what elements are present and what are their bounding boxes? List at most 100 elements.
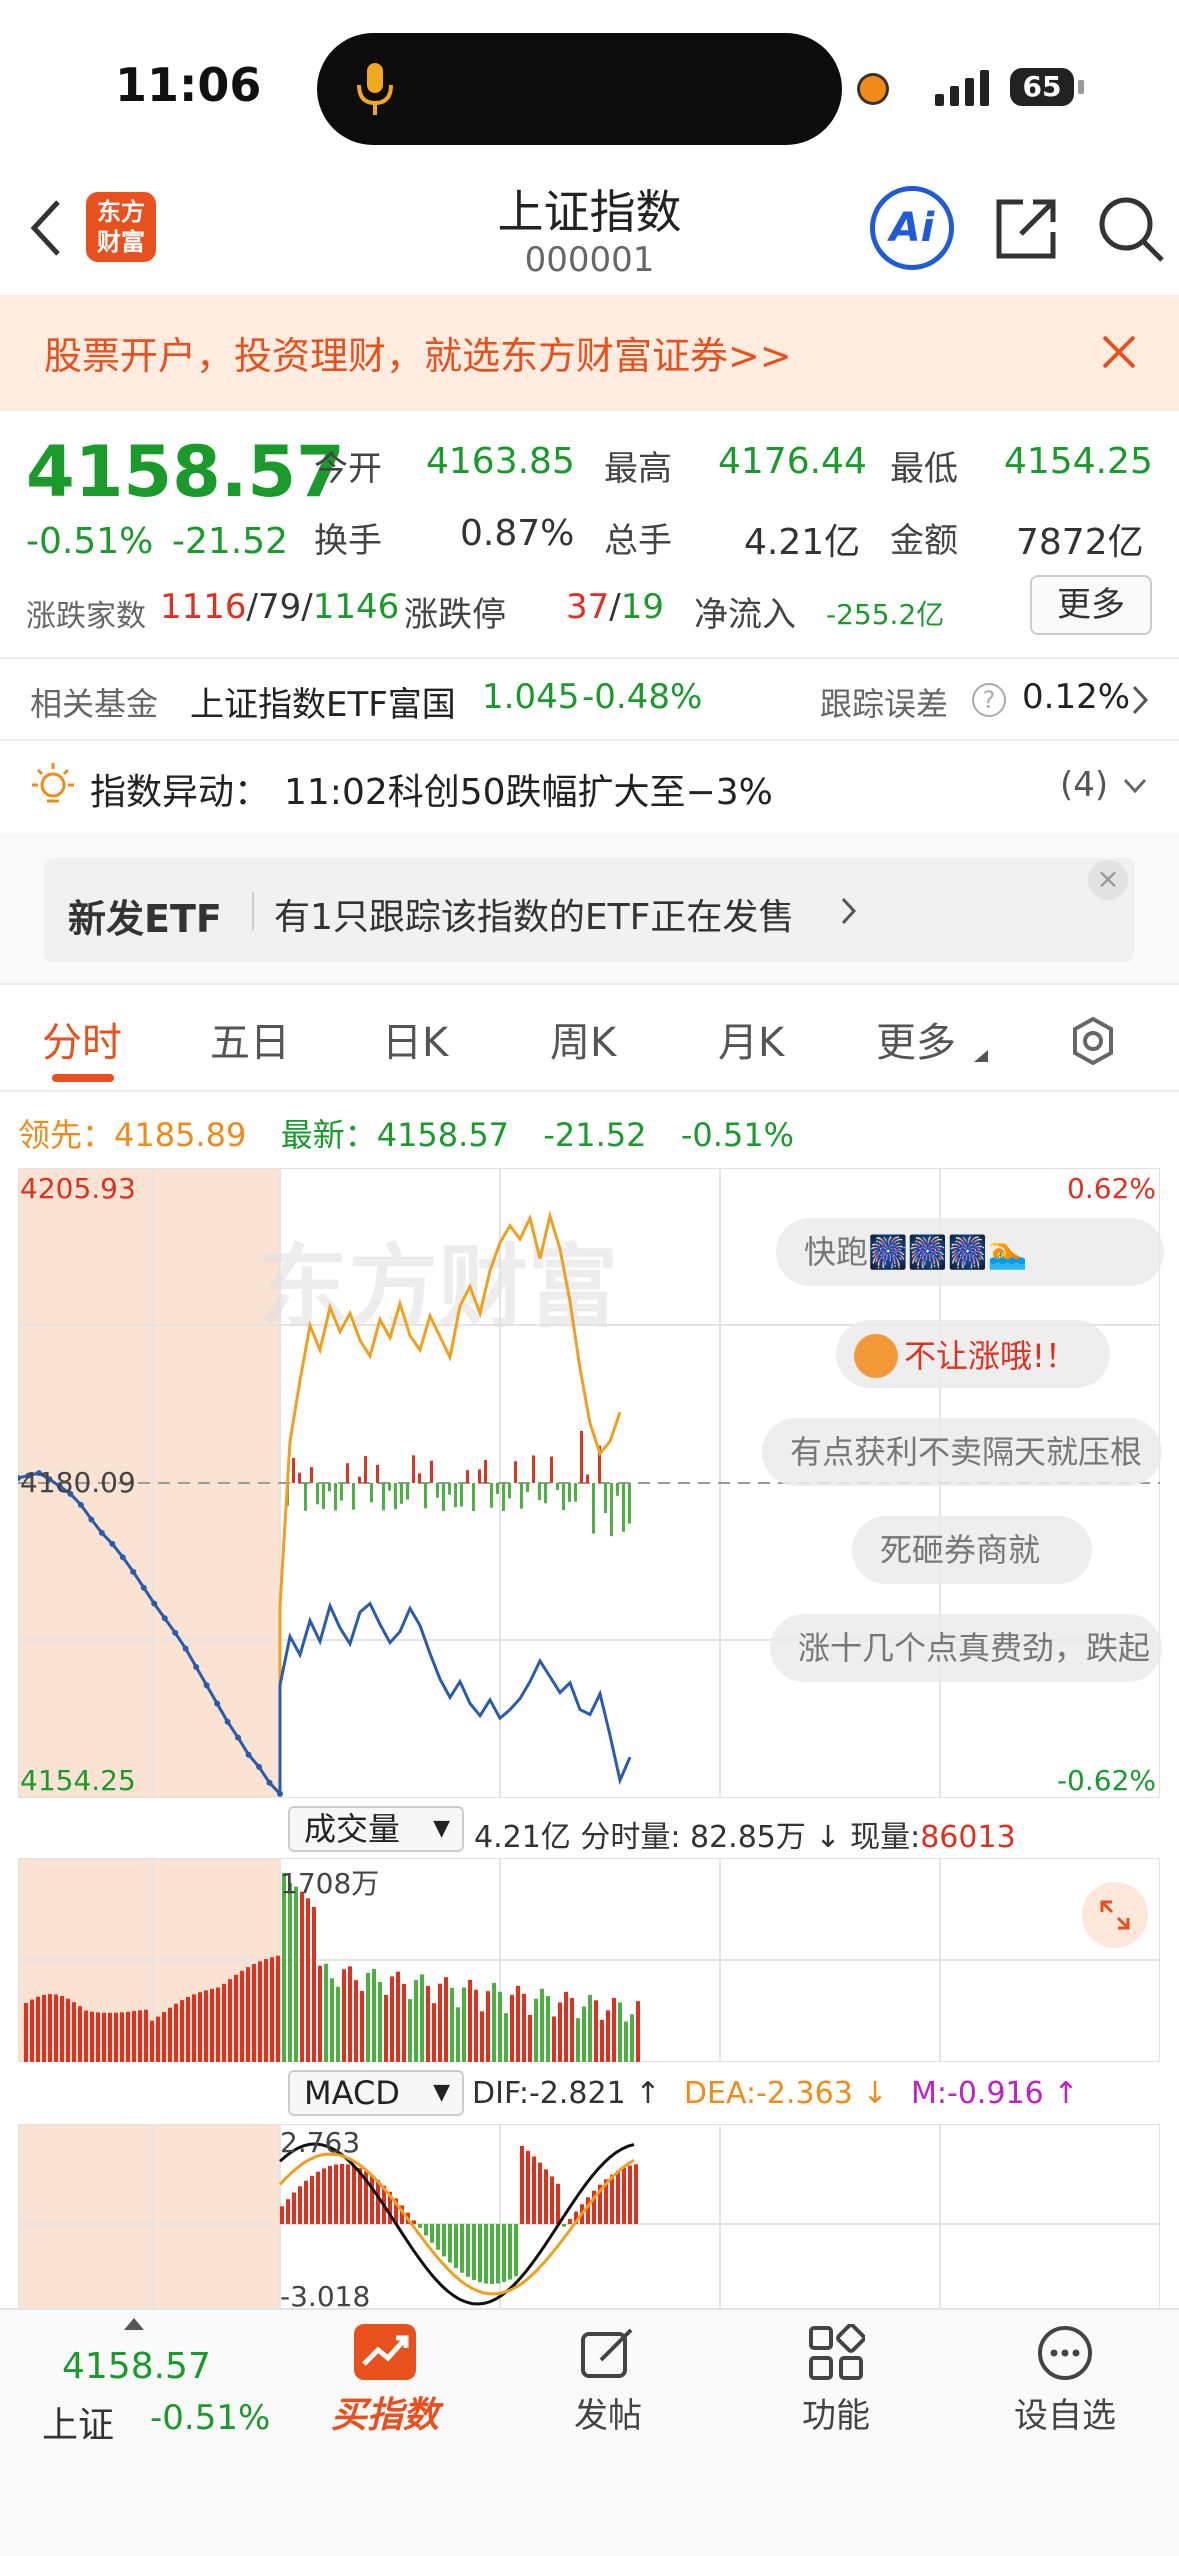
share-icon[interactable] (993, 196, 1059, 262)
settings-gear-icon[interactable] (1068, 1016, 1118, 1066)
pulse-bar (460, 1483, 463, 1507)
volume-bar (84, 2010, 88, 2062)
clock: 11:06 (115, 58, 262, 112)
chevron-right-icon[interactable] (1130, 683, 1150, 717)
macd-bar (298, 2186, 302, 2224)
macd-bar (484, 2224, 488, 2284)
turnover-value: 0.87% (460, 513, 575, 554)
bottom-index-price[interactable]: 4158.57 (62, 2346, 211, 2387)
indicator-selector-volume[interactable]: 成交量 ▼ (288, 1806, 464, 1852)
tab-daily-k[interactable]: 日K (382, 1010, 448, 1068)
danmaku-bubble[interactable]: 死砸券商就 (852, 1516, 1092, 1584)
alert-text[interactable]: 11:02科创50跌幅扩大至−3% (284, 763, 773, 815)
volume-bar (360, 1990, 364, 2062)
volume-chart[interactable]: 1708万 (17, 1857, 1161, 2063)
pulse-bar (454, 1483, 457, 1508)
bottom-index-percent[interactable]: -0.51% (150, 2398, 270, 2438)
price-point (277, 1790, 283, 1797)
pulse-bar (544, 1483, 547, 1504)
latest-label: 最新： (280, 1116, 377, 1154)
indicator-selector-macd[interactable]: MACD ▼ (288, 2070, 464, 2116)
tab-more[interactable]: 更多 (876, 1010, 956, 1068)
promo-banner[interactable]: 股票开户，投资理财，就选东方财富证券>> (0, 295, 1179, 411)
pulse-bar (514, 1461, 517, 1483)
tab-monthly-k[interactable]: 月K (718, 1010, 784, 1068)
volume-bar (528, 2014, 532, 2062)
volume-bar (474, 1989, 478, 2062)
price-point (77, 1501, 84, 1508)
danmaku-bubble[interactable]: 不让涨哦!！ (836, 1320, 1110, 1388)
volume-bar (540, 1988, 544, 2062)
inflow-label: 净流入 (694, 595, 796, 635)
danmaku-bubble[interactable]: 涨十几个点真费劲，跌起 (770, 1614, 1162, 1682)
more-button-label[interactable]: 更多 (1057, 585, 1125, 625)
expand-icon[interactable] (1082, 1882, 1148, 1948)
pulse-bar (376, 1464, 379, 1483)
chevron-right-icon[interactable] (840, 896, 858, 926)
add-watchlist-button[interactable]: 设自选 (1000, 2324, 1130, 2454)
tab-five-day[interactable]: 五日 (210, 1010, 290, 1068)
index-alert-row[interactable]: 指数异动： 11:02科创50跌幅扩大至−3% (4) (0, 741, 1179, 833)
etf-promo-text[interactable]: 有1只跟踪该指数的ETF正在发售 (274, 888, 794, 940)
volume-bar (462, 1987, 466, 2062)
buy-index-button[interactable]: 买指数 (320, 2324, 450, 2454)
danmaku-bubble[interactable]: 快跑🎆🎆🎆🏊 (776, 1218, 1164, 1286)
current-volume: 86013 (920, 1820, 1016, 1855)
close-icon[interactable]: × (1088, 860, 1128, 900)
close-icon[interactable] (1100, 333, 1138, 371)
ai-icon: Ai (889, 205, 935, 251)
function-button[interactable]: 功能 (776, 2324, 896, 2454)
volume-bar (480, 2011, 484, 2062)
volume-bar (78, 2006, 82, 2062)
macd-bar (538, 2162, 542, 2224)
macd-chart[interactable]: 2.763 -3.018 (18, 2124, 1160, 2308)
bottom-index-name[interactable]: 上证 (42, 2396, 114, 2448)
related-fund-row[interactable]: 相关基金 上证指数ETF富国 1.045 -0.48% 跟踪误差 ? 0.12% (0, 659, 1179, 739)
active-tab-indicator (52, 1074, 114, 1082)
more-button[interactable]: 更多 (1030, 575, 1152, 635)
volume-bar (66, 1998, 70, 2062)
promo-banner-text[interactable]: 股票开户，投资理财，就选东方财富证券>> (44, 325, 792, 380)
tab-weekly-k[interactable]: 周K (550, 1010, 616, 1068)
battery-level: 65 (1022, 70, 1062, 103)
volume-bar (390, 1976, 394, 2062)
pulse-bar (568, 1483, 571, 1502)
fund-price: 1.045 (482, 677, 580, 717)
macd-bar (508, 2224, 512, 2280)
volume-bar (96, 2012, 100, 2062)
price-point (182, 1645, 189, 1652)
pulse-bar (406, 1483, 409, 1500)
volume-bar (486, 1991, 490, 2062)
macd-info-line: DIF:-2.821 ↑ DEA:-2.363 ↓ M:-0.916 ↑ (472, 2076, 1078, 2111)
danmaku-bubble[interactable]: 有点获利不卖隔天就压根 (762, 1418, 1162, 1486)
volume-bar (600, 2019, 604, 2062)
macd-bar (424, 2224, 428, 2236)
fund-name[interactable]: 上证指数ETF富国 (190, 677, 456, 726)
volume-bar (492, 1982, 496, 2062)
open-label: 今开 (314, 449, 382, 489)
etf-promo-card[interactable]: 新发ETF 有1只跟踪该指数的ETF正在发售 × (44, 858, 1134, 962)
collapse-arrow-icon[interactable] (124, 2318, 144, 2330)
pulse-bar (400, 1483, 403, 1504)
post-button[interactable]: 发帖 (548, 2324, 668, 2454)
search-icon[interactable] (1096, 194, 1166, 264)
volume-bar (132, 2011, 136, 2062)
pulse-bar (586, 1474, 589, 1483)
volume-bar (336, 1986, 340, 2062)
help-icon[interactable]: ? (972, 683, 1006, 717)
volume-bar (324, 1963, 328, 2062)
volume-bar (456, 2007, 460, 2062)
volume-bar (300, 1891, 304, 2062)
ai-button[interactable]: Ai (870, 186, 954, 270)
volume-bar (42, 1994, 46, 2062)
chevron-down-icon[interactable] (1122, 777, 1148, 795)
breadth-label: 涨跌家数 (26, 599, 146, 634)
volume-bar (414, 1980, 418, 2062)
volume-bar (60, 1996, 64, 2062)
macd-bar (340, 2164, 344, 2224)
pulse-bar (508, 1483, 511, 1499)
volume-bar (498, 1991, 502, 2062)
volume-bar (468, 1980, 472, 2062)
tab-intraday[interactable]: 分时 (42, 1010, 122, 1068)
macd-bar (304, 2180, 308, 2224)
